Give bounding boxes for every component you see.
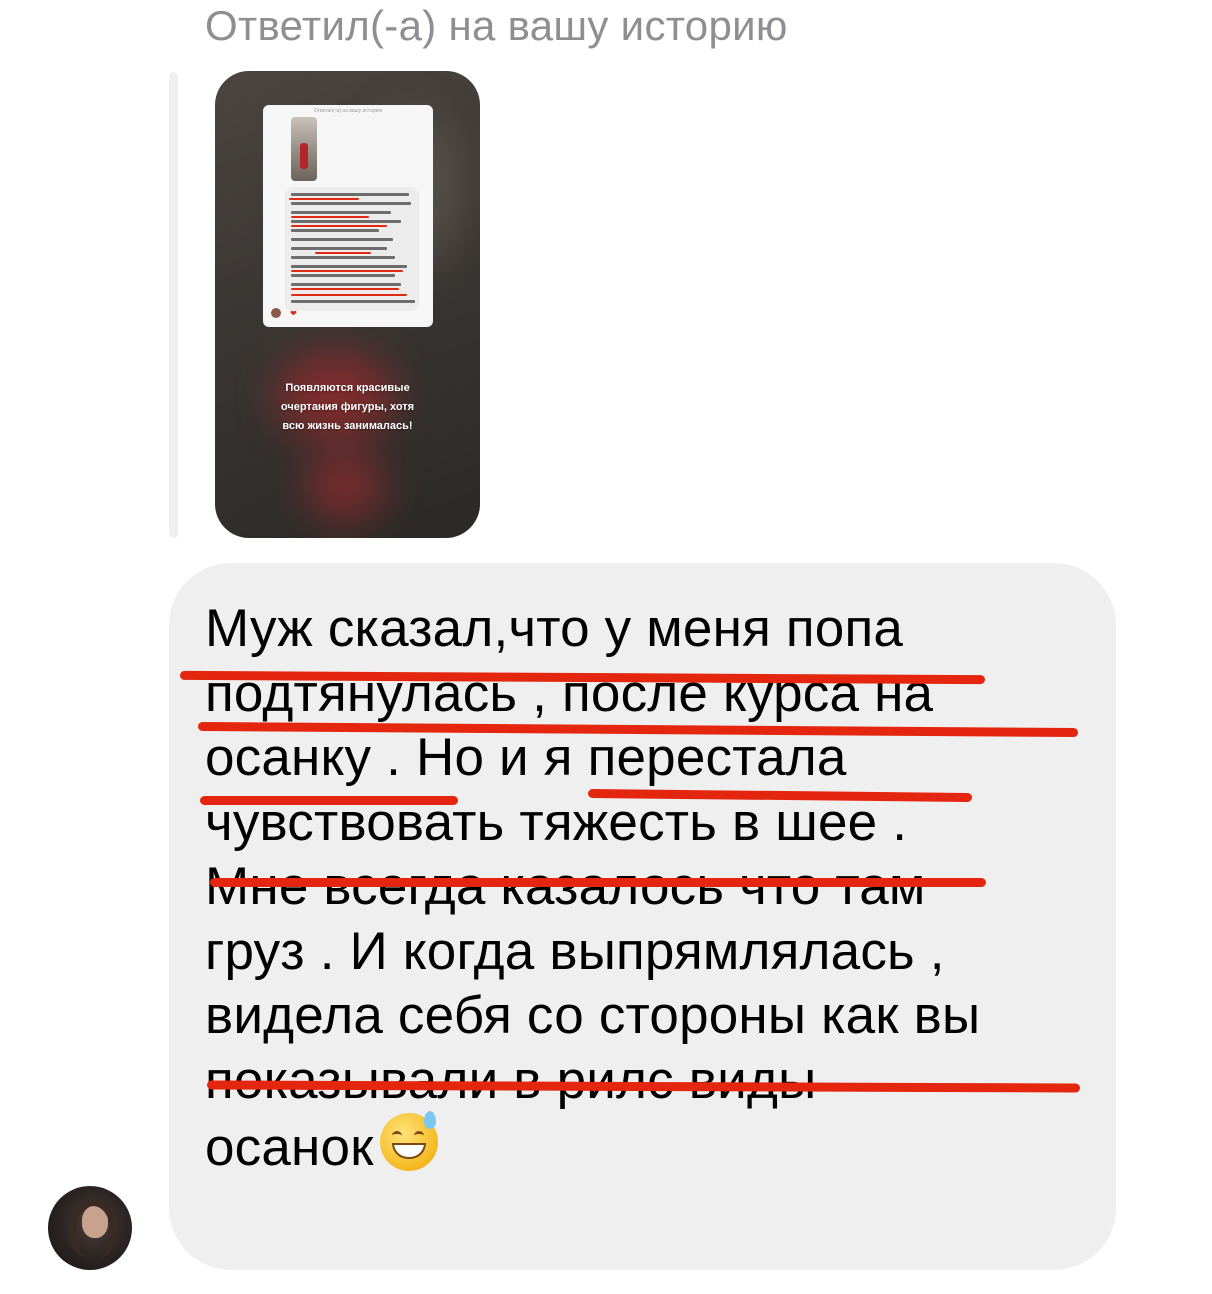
story-inner-screenshot: Ответил(-а) на вашу историю ❤ [263,105,433,327]
story-reply-label: Ответил(-а) на вашу историю [205,2,788,49]
sender-avatar[interactable] [48,1186,132,1270]
heart-icon: ❤ [290,309,297,318]
inner-message-bubble [285,187,419,311]
sweat-smile-emoji-icon [379,1111,438,1171]
inner-screenshot-title: Ответил(-а) на вашу историю [313,108,383,114]
story-blur-shape [305,451,385,521]
dm-thread: Ответил(-а) на вашу историю Ответил(-а) … [0,0,1212,1294]
message-line: осанок [205,1118,374,1177]
message-line-last: осанок [205,1111,1085,1181]
story-thumbnail[interactable]: Ответил(-а) на вашу историю ❤ Появляются… [215,71,480,538]
reply-quote-bar [169,72,178,538]
inner-avatar [271,308,281,318]
message-text: Муж сказал,что у меня попа подтянулась ,… [205,597,1085,1181]
inner-story-thumb [291,117,317,181]
story-caption: Появляются красивые очертания фигуры, хо… [280,382,415,432]
red-underline [200,796,458,805]
message-line: Мне всегда казалось что там [205,855,1085,920]
message-line: видела себя со стороны как вы [205,986,981,1045]
message-line: Муж сказал,что у меня попа [205,599,904,658]
message-line: груз . И когда выпрямлялась , [205,921,945,981]
red-underline [210,878,986,887]
